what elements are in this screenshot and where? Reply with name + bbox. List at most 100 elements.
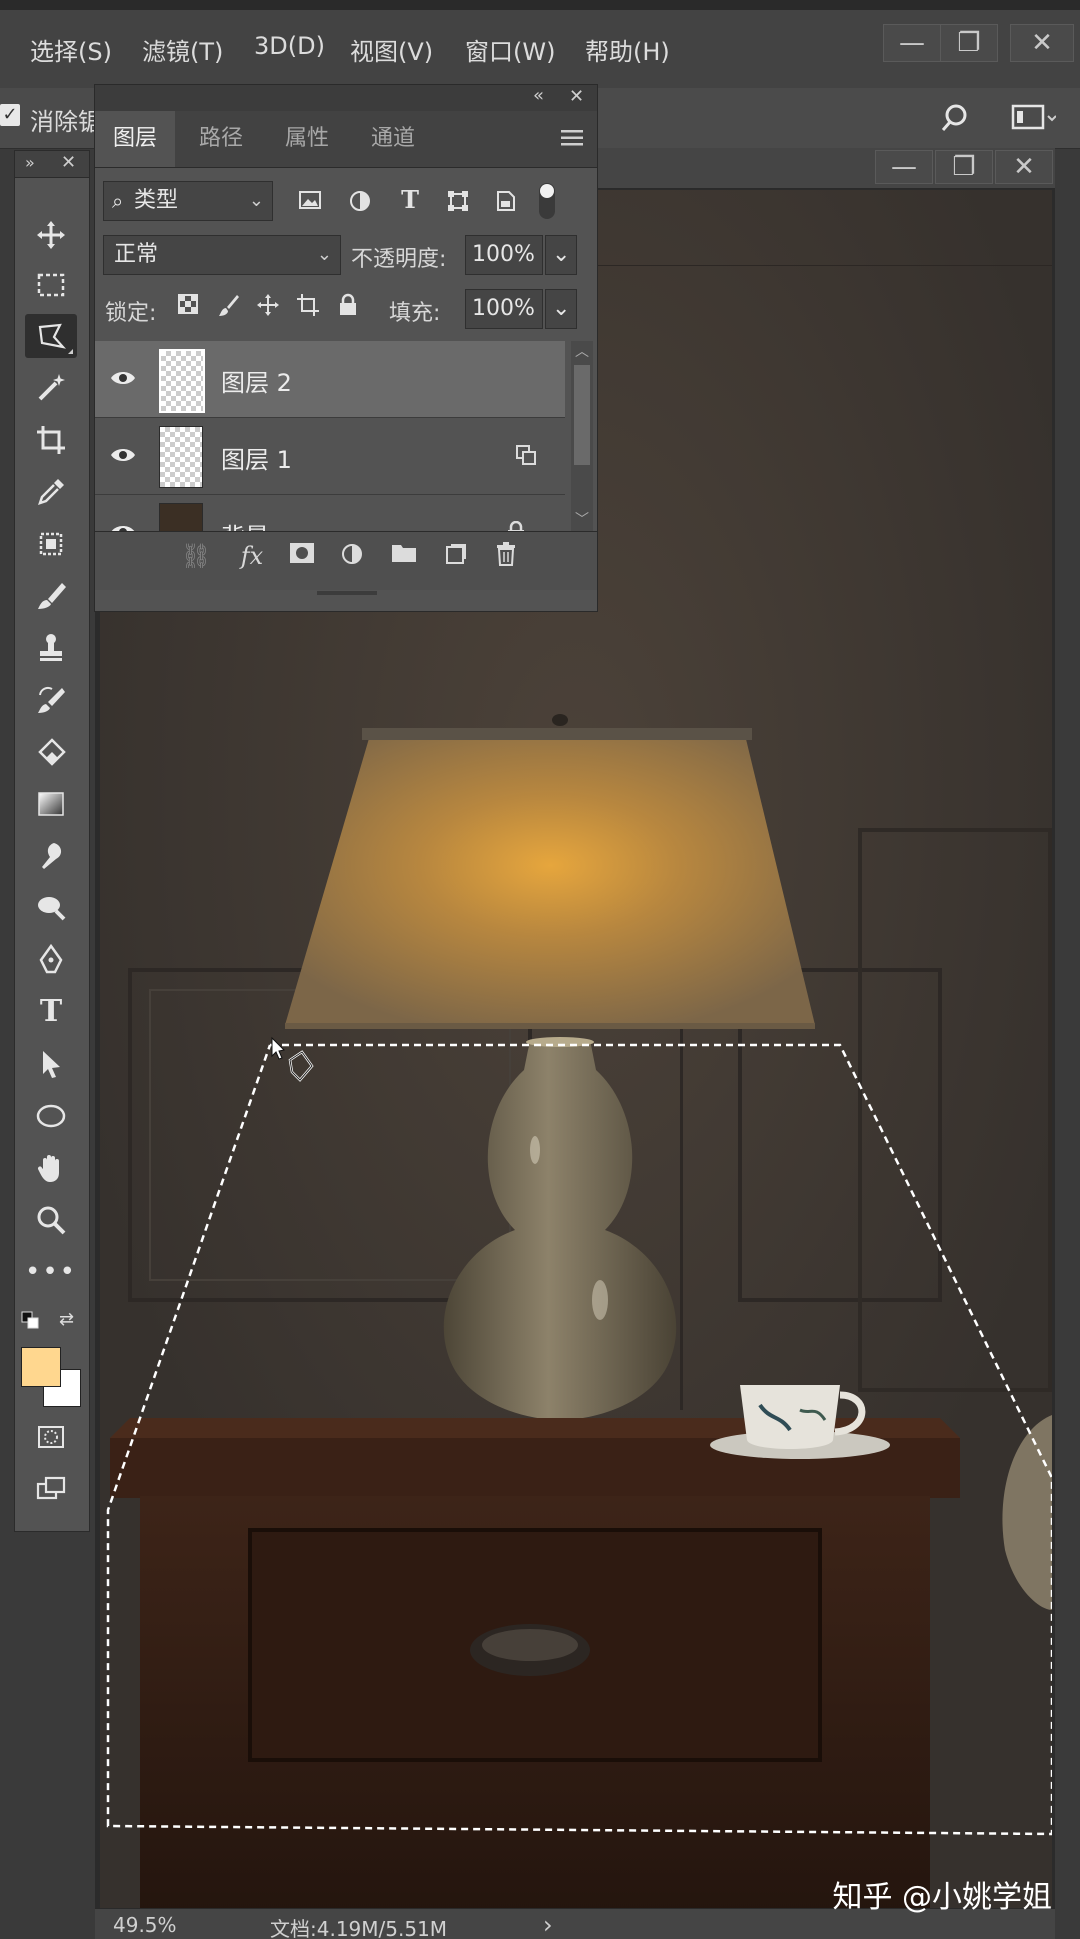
visibility-eye-icon[interactable] bbox=[109, 521, 137, 531]
visibility-eye-icon[interactable] bbox=[109, 444, 137, 466]
foreground-color-swatch[interactable] bbox=[21, 1347, 61, 1387]
filter-smart-object-icon[interactable] bbox=[491, 189, 521, 219]
move-tool-icon[interactable] bbox=[25, 213, 77, 257]
layer-name: 图层 2 bbox=[221, 369, 292, 397]
layer-row-layer-2[interactable]: 图层 2 bbox=[95, 341, 565, 418]
type-tool-icon[interactable]: T bbox=[25, 990, 77, 1034]
eyedropper-tool-icon[interactable] bbox=[25, 470, 77, 514]
delete-layer-icon[interactable] bbox=[489, 542, 523, 572]
menu-help[interactable]: 帮助(H) bbox=[585, 32, 670, 67]
lock-transparent-pixels-icon[interactable] bbox=[173, 293, 203, 321]
workspace-icon[interactable] bbox=[1010, 102, 1057, 134]
fill-label: 填充: bbox=[389, 301, 441, 326]
tab-properties[interactable]: 属性 bbox=[265, 111, 349, 167]
visibility-eye-icon[interactable] bbox=[109, 367, 137, 389]
lock-artboard-icon[interactable] bbox=[293, 293, 323, 323]
layers-panel-drag-bar[interactable]: « ✕ bbox=[95, 85, 597, 111]
lock-image-pixels-icon[interactable] bbox=[213, 293, 243, 323]
tab-channels[interactable]: 通道 bbox=[351, 111, 435, 167]
hand-tool-icon[interactable] bbox=[25, 1146, 77, 1190]
zoom-level[interactable]: 49.5% bbox=[113, 1913, 177, 1937]
dodge-tool-icon[interactable] bbox=[25, 886, 77, 930]
opacity-dropdown-button[interactable]: ⌄ bbox=[545, 235, 577, 275]
tools-close-icon[interactable]: ✕ bbox=[61, 152, 76, 173]
default-colors-icon[interactable] bbox=[21, 1311, 39, 1329]
opacity-label: 不透明度: bbox=[351, 247, 447, 272]
magic-wand-tool-icon[interactable] bbox=[25, 366, 77, 410]
menu-filter[interactable]: 滤镜(T) bbox=[142, 32, 223, 67]
layers-scrollbar[interactable]: ︿ ﹀ bbox=[571, 341, 593, 531]
filter-pixel-icon[interactable] bbox=[295, 189, 325, 217]
blend-mode-dropdown[interactable]: 正常 ⌄ bbox=[103, 235, 341, 275]
chevron-down-icon: ⌄ bbox=[552, 242, 571, 267]
brush-tool-icon[interactable] bbox=[25, 574, 77, 618]
gradient-tool-icon[interactable] bbox=[25, 782, 77, 826]
app-restore-button[interactable]: ❐ bbox=[940, 24, 998, 62]
blur-tool-icon[interactable] bbox=[25, 834, 77, 878]
screen-mode-icon[interactable] bbox=[25, 1467, 77, 1511]
quick-mask-icon[interactable] bbox=[25, 1415, 77, 1459]
marquee-tool-icon[interactable] bbox=[25, 263, 77, 307]
tools-panel: » ✕ T ••• ⇄ bbox=[14, 150, 90, 1532]
filter-type-label: 类型 bbox=[134, 188, 179, 213]
layer-filter-dropdown[interactable]: ⌕ 类型 ⌄ bbox=[103, 181, 273, 221]
panel-close-icon[interactable]: ✕ bbox=[569, 86, 584, 107]
healing-brush-tool-icon[interactable] bbox=[25, 522, 77, 566]
link-layers-icon[interactable]: ⛓ bbox=[179, 542, 213, 570]
history-brush-tool-icon[interactable] bbox=[25, 678, 77, 722]
fx-icon[interactable]: fx bbox=[235, 542, 269, 570]
filter-adjustment-icon[interactable] bbox=[345, 189, 375, 219]
menu-select[interactable]: 选择(S) bbox=[30, 32, 112, 67]
adjustment-layer-icon[interactable] bbox=[335, 542, 369, 572]
stamp-tool-icon[interactable] bbox=[25, 626, 77, 670]
app-minimize-button[interactable]: — bbox=[883, 24, 941, 62]
layers-panel-tabs: 图层 路径 属性 通道 bbox=[95, 111, 597, 168]
hamburger-icon[interactable] bbox=[561, 129, 583, 147]
crop-tool-icon[interactable] bbox=[25, 418, 77, 462]
polygonal-lasso-tool-icon[interactable] bbox=[25, 314, 77, 358]
tab-layers[interactable]: 图层 bbox=[95, 111, 175, 167]
doc-minimize-button[interactable]: — bbox=[875, 150, 933, 184]
add-mask-icon[interactable] bbox=[285, 542, 319, 570]
doc-restore-button[interactable]: ❐ bbox=[935, 150, 993, 184]
zoom-tool-icon[interactable] bbox=[25, 1198, 77, 1242]
fill-dropdown-button[interactable]: ⌄ bbox=[545, 289, 577, 329]
layer-name: 背景 bbox=[221, 517, 269, 531]
lock-label: 锁定: bbox=[105, 301, 157, 326]
filter-toggle[interactable] bbox=[539, 183, 555, 219]
menu-3d[interactable]: 3D(D) bbox=[254, 32, 325, 60]
opacity-input[interactable]: 100% bbox=[465, 235, 543, 275]
watermark: 知乎 @小姚学姐 bbox=[832, 1880, 1052, 1915]
blend-mode-value: 正常 bbox=[114, 242, 159, 267]
panel-resize-handle[interactable] bbox=[317, 591, 377, 595]
app-close-button[interactable]: ✕ bbox=[1010, 24, 1074, 62]
search-icon[interactable] bbox=[938, 98, 978, 138]
swap-colors-icon[interactable]: ⇄ bbox=[59, 1309, 74, 1330]
filter-type-icon[interactable]: T bbox=[395, 185, 425, 214]
antialias-label: 消除锯 bbox=[30, 108, 102, 136]
panel-collapse-icon[interactable]: « bbox=[533, 85, 544, 106]
path-selection-tool-icon[interactable] bbox=[25, 1042, 77, 1086]
fill-input[interactable]: 100% bbox=[465, 289, 543, 329]
filter-shape-icon[interactable] bbox=[443, 189, 473, 219]
new-layer-icon[interactable] bbox=[439, 542, 473, 572]
layer-row-background[interactable]: 背景 bbox=[95, 495, 565, 531]
more-tools-icon[interactable]: ••• bbox=[25, 1250, 77, 1294]
menu-window[interactable]: 窗口(W) bbox=[465, 32, 555, 67]
document-size: 文档:4.19M/5.51M bbox=[270, 1917, 448, 1939]
lock-all-icon[interactable] bbox=[333, 293, 363, 323]
status-arrow[interactable]: › bbox=[543, 1911, 553, 1939]
tab-paths[interactable]: 路径 bbox=[179, 111, 263, 167]
pen-tool-icon[interactable] bbox=[25, 938, 77, 982]
tools-panel-header[interactable]: » ✕ bbox=[15, 151, 89, 178]
eraser-tool-icon[interactable] bbox=[25, 730, 77, 774]
layers-panel: « ✕ 图层 路径 属性 通道 ⌕ 类型 ⌄ T 正常 ⌄ 不透明度: 100%… bbox=[94, 84, 598, 612]
ellipse-tool-icon[interactable] bbox=[25, 1094, 77, 1138]
new-group-icon[interactable] bbox=[387, 542, 421, 570]
layer-row-layer-1[interactable]: 图层 1 bbox=[95, 418, 565, 495]
doc-close-button[interactable]: ✕ bbox=[995, 150, 1053, 184]
tools-collapse-icon[interactable]: » bbox=[25, 153, 35, 172]
menu-view[interactable]: 视图(V) bbox=[350, 32, 433, 67]
antialias-checkbox[interactable]: ✓ bbox=[0, 104, 20, 126]
lock-position-icon[interactable] bbox=[253, 293, 283, 323]
